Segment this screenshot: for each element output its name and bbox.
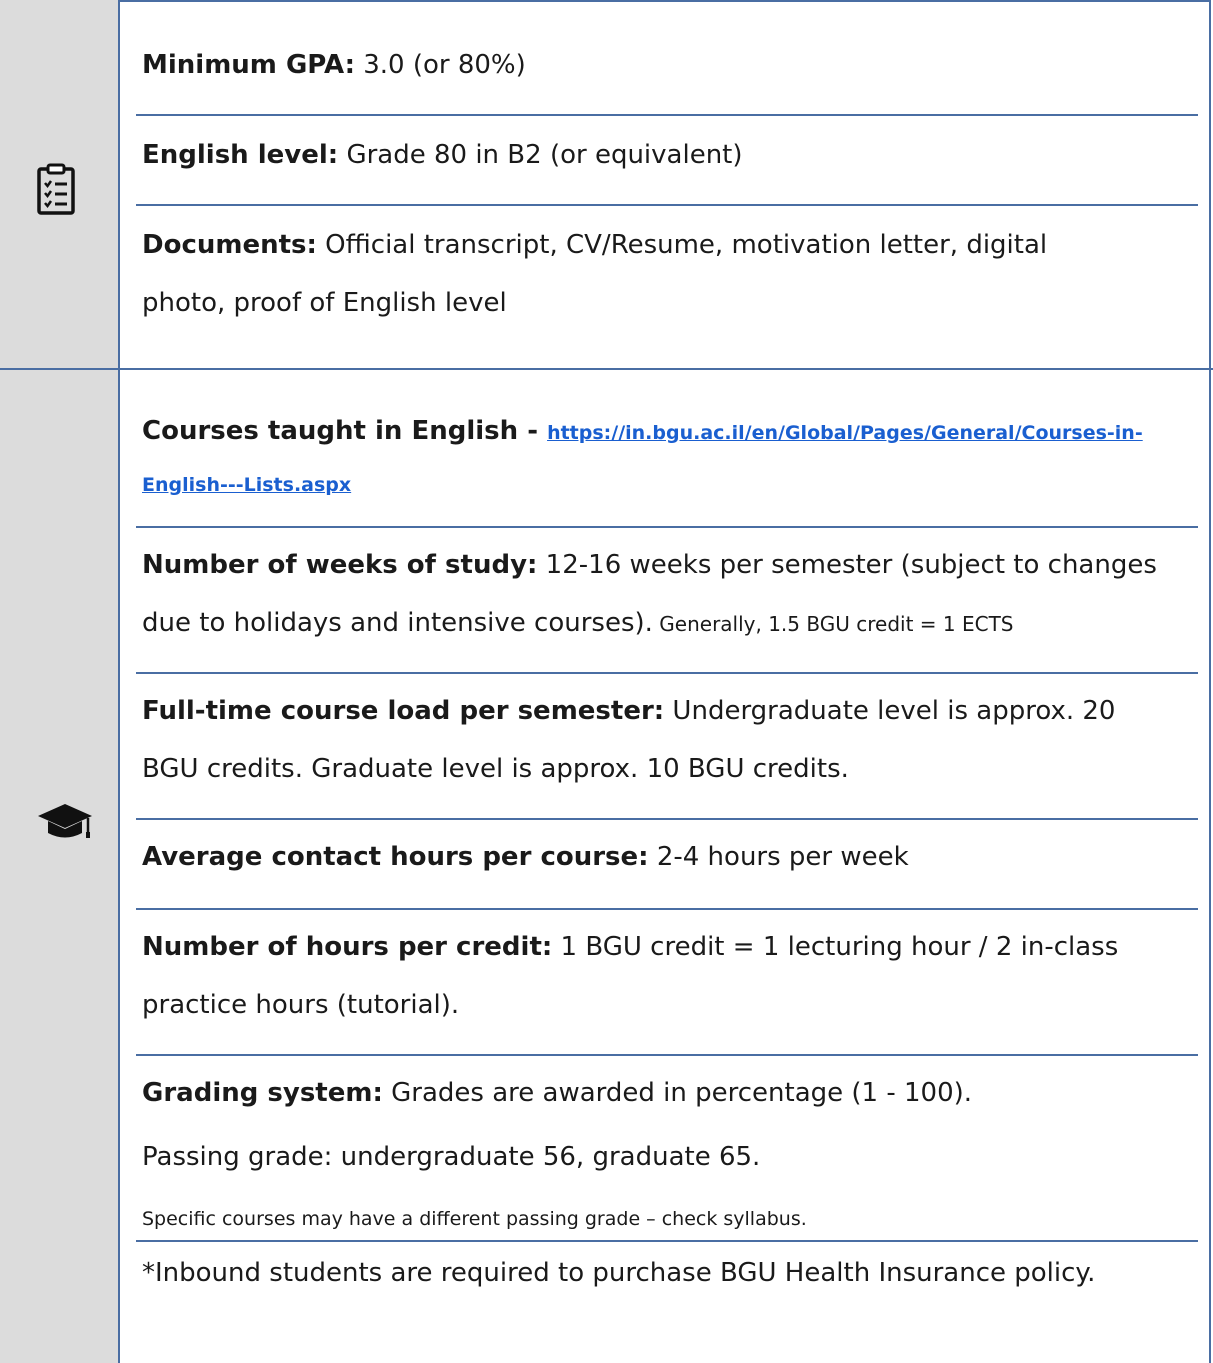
courses-link[interactable]: https://in.bgu.ac.il/en/Global/Pages/Gen…	[547, 422, 1143, 444]
hours-label: Number of hours per credit:	[142, 932, 553, 962]
grading-row: Grading system: Grades are awarded in pe…	[142, 1064, 1194, 1122]
insurance-note: *Inbound students are required to purcha…	[142, 1258, 1096, 1288]
load-label: Full-time course load per semester:	[142, 696, 665, 726]
documents-row: Documents: Official transcript, CV/Resum…	[142, 216, 1194, 274]
courses-link-cont[interactable]: English---Lists.aspx	[142, 474, 351, 496]
row-divider	[136, 818, 1198, 820]
contact-value: 2-4 hours per week	[648, 842, 909, 872]
clipboard-checklist-icon	[36, 162, 76, 220]
weeks-value-cont: due to holidays and intensive courses).	[142, 608, 653, 638]
insurance-row: *Inbound students are required to purcha…	[142, 1244, 1194, 1302]
hours-value: 1 BGU credit = 1 lecturing hour / 2 in-c…	[552, 932, 1119, 962]
weeks-value: 12-16 weeks per semester (subject to cha…	[537, 550, 1157, 580]
row-divider	[136, 526, 1198, 528]
courses-label: Courses taught in English -	[142, 416, 548, 446]
hours-value-cont: practice hours (tutorial).	[142, 990, 460, 1020]
ects-note: Generally, 1.5 BGU credit = 1 ECTS	[652, 612, 1014, 636]
row-divider	[136, 908, 1198, 910]
hours-row-cont: practice hours (tutorial).	[142, 976, 1194, 1034]
row-divider	[136, 1240, 1198, 1242]
row-divider	[136, 204, 1198, 206]
load-value: Undergraduate level is approx. 20	[664, 696, 1116, 726]
documents-value: Official transcript, CV/Resume, motivati…	[316, 230, 1048, 260]
row-divider	[136, 1054, 1198, 1056]
documents-label: Documents:	[142, 230, 317, 260]
gpa-value: 3.0 (or 80%)	[354, 50, 526, 80]
english-label: English level:	[142, 140, 339, 170]
row-divider	[136, 672, 1198, 674]
row-divider	[136, 114, 1198, 116]
hours-row: Number of hours per credit: 1 BGU credit…	[142, 918, 1194, 976]
english-value: Grade 80 in B2 (or equivalent)	[338, 140, 743, 170]
load-row-cont: BGU credits. Graduate level is approx. 1…	[142, 740, 1194, 798]
specific-note: Specific courses may have a different pa…	[142, 1208, 807, 1230]
grading-label: Grading system:	[142, 1078, 383, 1108]
grading-value: Grades are awarded in percentage (1 - 10…	[382, 1078, 973, 1108]
weeks-label: Number of weeks of study:	[142, 550, 538, 580]
gpa-row: Minimum GPA: 3.0 (or 80%)	[142, 36, 1194, 94]
contact-row: Average contact hours per course: 2-4 ho…	[142, 828, 1194, 886]
documents-row-cont: photo, proof of English level	[142, 274, 1194, 332]
courses-row-cont: English---Lists.aspx	[142, 454, 1194, 514]
load-row: Full-time course load per semester: Unde…	[142, 682, 1194, 740]
weeks-row-cont: due to holidays and intensive courses). …	[142, 594, 1194, 653]
section-divider	[0, 368, 1213, 370]
weeks-row: Number of weeks of study: 12-16 weeks pe…	[142, 536, 1194, 594]
load-value-cont: BGU credits. Graduate level is approx. 1…	[142, 754, 849, 784]
passing-grade-row: Passing grade: undergraduate 56, graduat…	[142, 1128, 1194, 1186]
graduation-cap-icon	[36, 802, 94, 846]
english-row: English level: Grade 80 in B2 (or equiva…	[142, 126, 1194, 184]
courses-row: Courses taught in English - https://in.b…	[142, 402, 1194, 462]
contact-label: Average contact hours per course:	[142, 842, 649, 872]
passing-grade: Passing grade: undergraduate 56, graduat…	[142, 1142, 761, 1172]
gpa-label: Minimum GPA:	[142, 50, 355, 80]
documents-value-cont: photo, proof of English level	[142, 288, 507, 318]
